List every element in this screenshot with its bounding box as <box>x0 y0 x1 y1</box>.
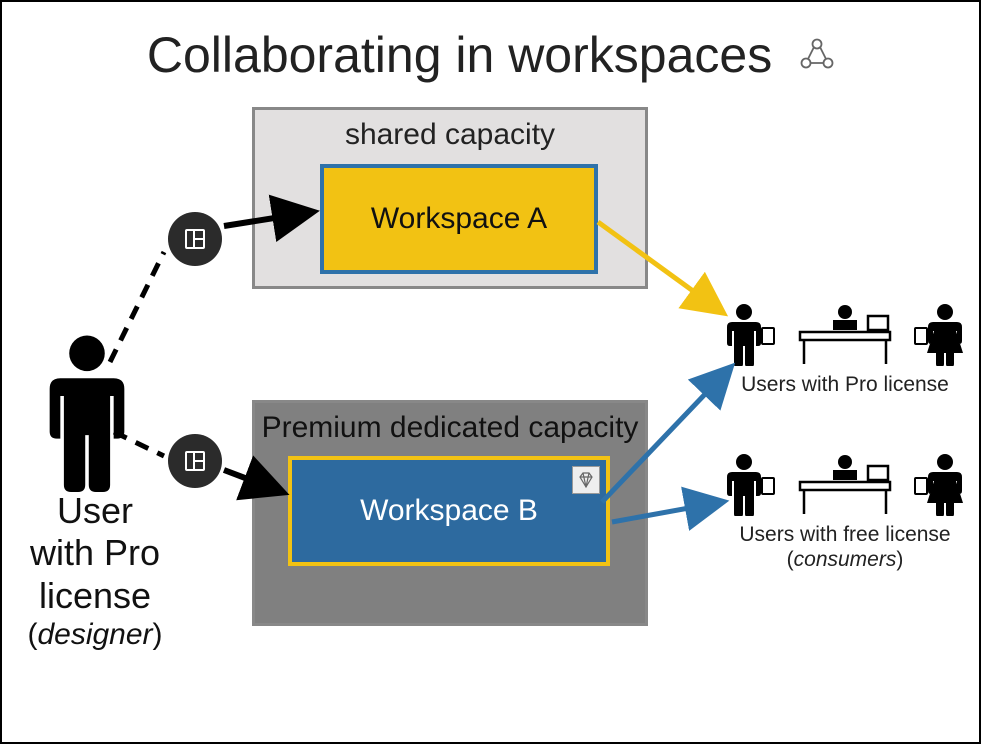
person-icon <box>913 452 968 516</box>
users-free-icons <box>722 452 968 516</box>
shared-capacity-label: shared capacity <box>255 118 645 152</box>
designer-role: (designer) <box>10 617 180 652</box>
desk-icon <box>790 452 900 516</box>
workspace-b-box: Workspace B <box>288 456 610 566</box>
diagram-page: Collaborating in workspaces shared capac… <box>0 0 981 744</box>
users-pro-caption: Users with Pro license <box>722 372 968 397</box>
person-icon <box>722 302 777 366</box>
desk-icon <box>790 302 900 366</box>
workspace-a-box: Workspace A <box>320 164 598 274</box>
users-free-group: Users with free license (consumers) <box>722 452 968 572</box>
designer-label-line3: license <box>10 575 180 617</box>
diagram-title: Collaborating in workspaces <box>2 26 979 84</box>
dashboard-icon <box>168 434 222 488</box>
person-icon <box>722 452 777 516</box>
designer-person-icon <box>32 332 142 492</box>
workspace-a-label: Workspace A <box>371 202 547 236</box>
dashboard-icon <box>168 212 222 266</box>
designer-label-line1: User <box>10 490 180 532</box>
users-free-caption: Users with free license (consumers) <box>722 522 968 572</box>
title-text: Collaborating in workspaces <box>147 27 772 83</box>
workspace-b-label: Workspace B <box>360 494 538 528</box>
designer-label-line2: with Pro <box>10 532 180 574</box>
person-icon <box>913 302 968 366</box>
diamond-icon <box>572 466 600 494</box>
share-icon <box>800 38 834 72</box>
designer-label: User with Pro license (designer) <box>10 490 180 653</box>
users-pro-icons <box>722 302 968 366</box>
users-pro-group: Users with Pro license <box>722 302 968 397</box>
premium-capacity-label: Premium dedicated capacity <box>255 411 645 445</box>
